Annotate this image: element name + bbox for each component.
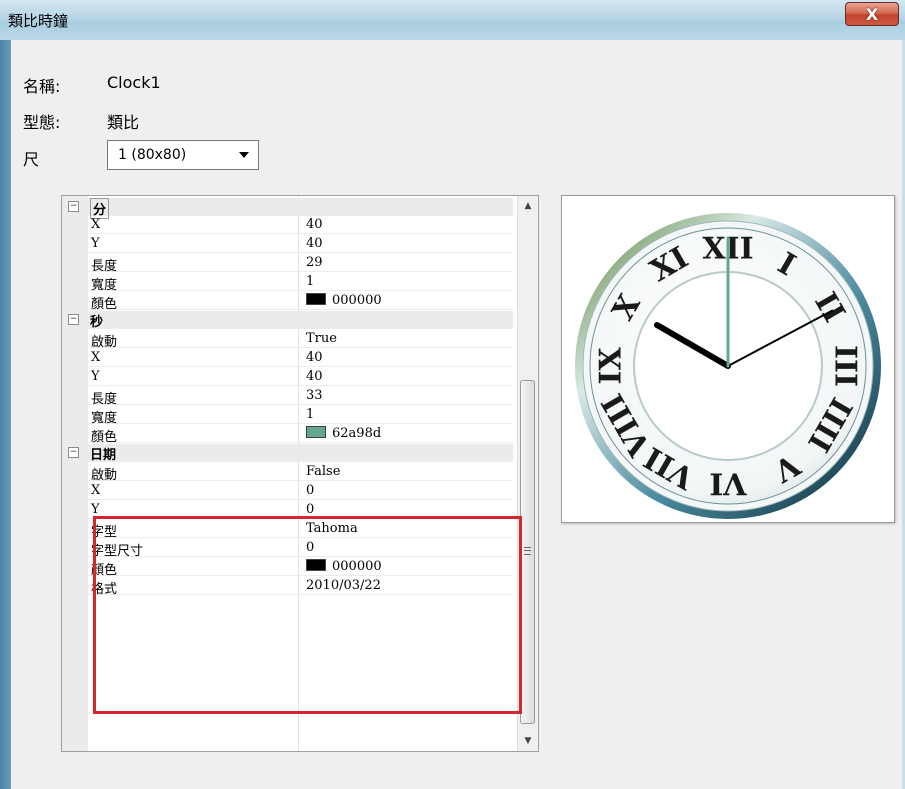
property-name: 長度 bbox=[91, 392, 118, 407]
name-label: 名稱: bbox=[23, 77, 61, 96]
color-value: 000000 bbox=[332, 293, 382, 308]
property-row[interactable]: 字型尺寸 0 bbox=[88, 539, 513, 559]
clock-numeral: IX bbox=[594, 347, 629, 385]
property-row[interactable]: 啟動 False bbox=[88, 463, 513, 483]
property-value[interactable]: True bbox=[306, 331, 337, 346]
property-name: 顏色 bbox=[91, 297, 118, 312]
property-value[interactable]: 62a98d bbox=[306, 426, 381, 441]
clock-numeral: III bbox=[828, 345, 863, 387]
vertical-scrollbar[interactable]: ▲ ▼ bbox=[517, 196, 538, 751]
property-name: X bbox=[91, 350, 101, 365]
property-name: 字型 bbox=[91, 525, 118, 540]
color-swatch bbox=[306, 426, 326, 438]
property-value[interactable]: 000000 bbox=[306, 293, 382, 308]
type-value: 類比 bbox=[107, 113, 140, 132]
category-minute[interactable]: − 分 bbox=[62, 198, 513, 219]
collapse-icon[interactable]: − bbox=[68, 201, 79, 212]
property-value[interactable]: 40 bbox=[306, 369, 323, 384]
property-value[interactable]: 000000 bbox=[306, 559, 382, 574]
dialog-client-area: 名稱: Clock1 型態: 類比 尺 1 (80x80) − 分 X 40 Y 4… bbox=[10, 40, 902, 789]
property-name: 顏色 bbox=[91, 430, 118, 445]
property-value[interactable]: 29 bbox=[306, 255, 323, 270]
dialog-window: 類比時鐘 X 名稱: Clock1 型態: 類比 尺 1 (80x80) − 分 bbox=[0, 0, 905, 789]
color-swatch bbox=[306, 559, 326, 571]
category-second[interactable]: − 秒 bbox=[62, 311, 513, 330]
property-name: 格式 bbox=[91, 582, 118, 597]
close-icon: X bbox=[865, 4, 879, 24]
property-value[interactable]: 2010/03/22 bbox=[306, 578, 381, 593]
property-row[interactable]: 長度 33 bbox=[88, 387, 513, 407]
scroll-down-icon[interactable]: ▼ bbox=[518, 731, 538, 751]
property-row[interactable]: 顏色 000000 bbox=[88, 558, 513, 578]
property-value[interactable]: 0 bbox=[306, 502, 314, 517]
property-row[interactable]: 格式 2010/03/22 bbox=[88, 577, 513, 597]
property-row[interactable]: 顏色 000000 bbox=[88, 292, 513, 312]
property-name: X bbox=[91, 217, 101, 232]
scroll-up-icon[interactable]: ▲ bbox=[518, 196, 538, 216]
property-name: 顏色 bbox=[91, 563, 118, 578]
grip-icon bbox=[524, 547, 531, 555]
property-value[interactable]: 1 bbox=[306, 274, 314, 289]
property-value[interactable]: 0 bbox=[306, 540, 314, 555]
size-dropdown[interactable]: 1 (80x80) bbox=[107, 140, 259, 170]
clock-numeral: VI bbox=[709, 466, 747, 501]
scrollbar-thumb[interactable] bbox=[520, 380, 535, 724]
property-value[interactable]: 40 bbox=[306, 217, 323, 232]
property-row[interactable]: Y 40 bbox=[88, 235, 513, 253]
property-row[interactable]: X 40 bbox=[88, 216, 513, 234]
property-row[interactable]: X0 bbox=[88, 482, 513, 500]
property-name: Y bbox=[91, 236, 100, 251]
property-name: 啟動 bbox=[91, 468, 118, 483]
property-value[interactable]: 40 bbox=[306, 350, 323, 365]
property-name: 啟動 bbox=[91, 335, 118, 350]
grid-gutter bbox=[62, 196, 88, 751]
collapse-icon[interactable]: − bbox=[68, 447, 79, 458]
property-name: 寬度 bbox=[91, 278, 118, 293]
property-row[interactable]: 啟動 True bbox=[88, 330, 513, 350]
type-label: 型態: bbox=[23, 113, 61, 132]
property-value[interactable]: Tahoma bbox=[306, 521, 358, 536]
property-value[interactable]: 1 bbox=[306, 407, 314, 422]
property-value[interactable]: False bbox=[306, 464, 340, 479]
property-name: 長度 bbox=[91, 259, 118, 274]
property-value[interactable]: 33 bbox=[306, 388, 323, 403]
name-value: Clock1 bbox=[107, 73, 161, 92]
property-row[interactable]: 寬度 1 bbox=[88, 406, 513, 426]
collapse-icon[interactable]: − bbox=[68, 314, 79, 325]
category-date[interactable]: − 日期 bbox=[62, 444, 513, 463]
window-title: 類比時鐘 bbox=[8, 12, 69, 30]
property-name: Y bbox=[91, 502, 100, 517]
property-value[interactable]: 40 bbox=[306, 236, 323, 251]
size-dropdown-value: 1 (80x80) bbox=[118, 147, 187, 163]
color-value: 62a98d bbox=[332, 426, 382, 441]
property-row[interactable]: 字型 Tahoma bbox=[88, 520, 513, 540]
property-name: X bbox=[91, 483, 101, 498]
analog-clock: XII IIIIIIIIIIVVIVIIVIIIIXXXI bbox=[575, 213, 881, 519]
property-name: 字型尺寸 bbox=[91, 544, 144, 559]
title-bar[interactable]: 類比時鐘 X bbox=[0, 0, 905, 40]
size-label: 尺 bbox=[23, 150, 40, 169]
property-name: Y bbox=[91, 369, 100, 384]
category-label: 日期 bbox=[90, 448, 117, 463]
property-row[interactable]: 寬度 1 bbox=[88, 273, 513, 293]
property-row[interactable]: 長度 29 bbox=[88, 254, 513, 274]
color-swatch bbox=[306, 293, 326, 305]
close-button[interactable]: X bbox=[845, 2, 899, 26]
property-name: 寬度 bbox=[91, 411, 118, 426]
property-value[interactable]: 0 bbox=[306, 483, 314, 498]
category-label: 秒 bbox=[90, 315, 104, 330]
clock-preview: XII I II III IIII V VI VII VIII IX X XI bbox=[561, 195, 895, 523]
color-value: 000000 bbox=[332, 559, 382, 574]
property-row[interactable]: Y0 bbox=[88, 501, 513, 519]
property-row[interactable]: Y 40 bbox=[88, 368, 513, 386]
property-row[interactable]: 顏色 62a98d bbox=[88, 425, 513, 445]
property-grid[interactable]: − 分 X 40 Y 40 長度 29 寬度 1 顏色 000000 − 秒 啟動 True… bbox=[61, 195, 539, 752]
property-row[interactable]: X 40 bbox=[88, 349, 513, 367]
chevron-down-icon bbox=[239, 152, 249, 158]
